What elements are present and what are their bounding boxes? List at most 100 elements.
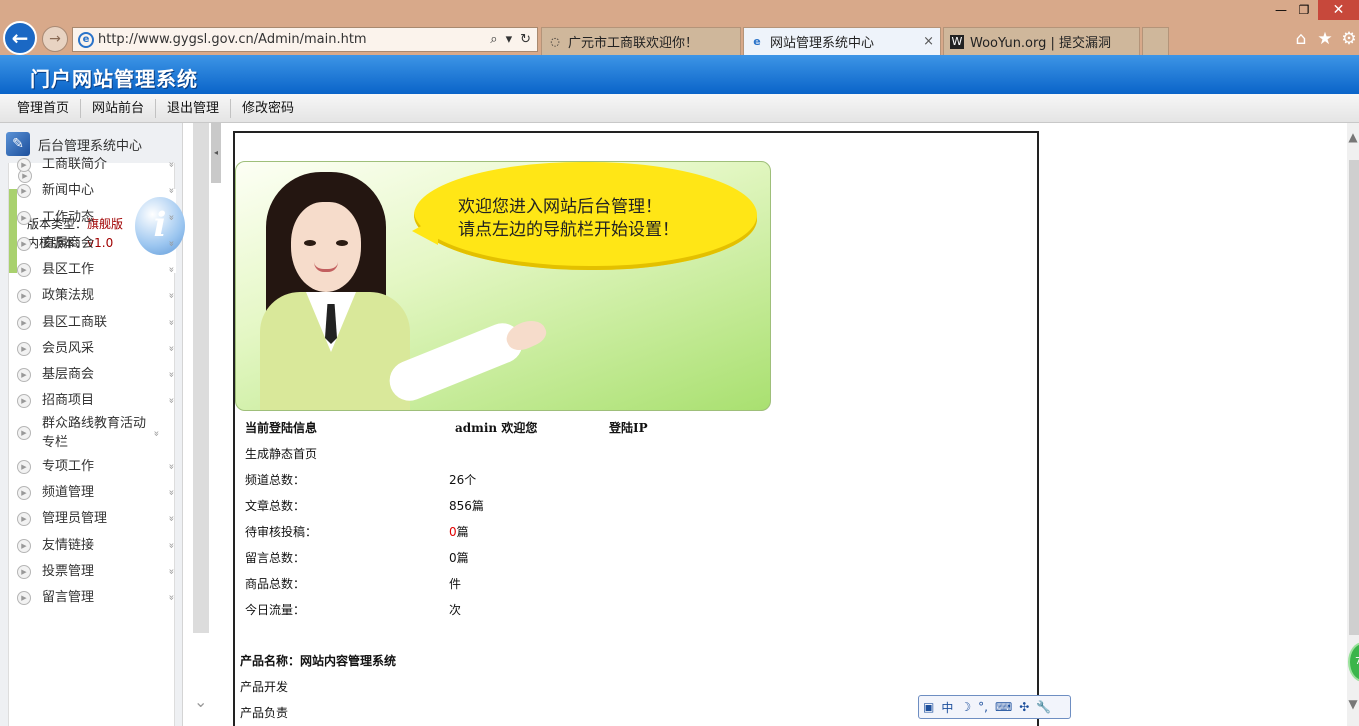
ime-punctuation-icon[interactable]: °, bbox=[978, 700, 988, 714]
expand-chevron-icon[interactable]: » bbox=[166, 592, 177, 604]
circle-arrow-icon: ▶ bbox=[17, 341, 31, 356]
expand-chevron-icon[interactable]: » bbox=[151, 427, 162, 439]
sidebar-item-label: 基层商会 bbox=[42, 367, 95, 382]
expand-chevron-icon[interactable]: » bbox=[166, 185, 177, 197]
ime-halfwidth-icon[interactable]: ☽ bbox=[960, 700, 971, 714]
sidebar-item[interactable]: ▶ 招商项目 » bbox=[17, 391, 177, 410]
stat-value: 26个 bbox=[449, 473, 477, 487]
sidebar-item-label: 群众路线教育活动专栏 bbox=[42, 416, 147, 450]
home-icon[interactable]: ⌂ bbox=[1291, 29, 1311, 49]
expand-chevron-icon[interactable]: » bbox=[166, 343, 177, 355]
favorites-icon[interactable]: ★ bbox=[1315, 29, 1335, 49]
sidebar-item[interactable]: ▶ 留言管理 » bbox=[17, 588, 177, 607]
banner-line-1: 欢迎您进入网站后台管理！ bbox=[458, 197, 662, 217]
sidebar-item[interactable]: ▶ 县区工商联 » bbox=[17, 313, 177, 332]
page-scrollbar-thumb[interactable] bbox=[1349, 160, 1359, 635]
ime-logo-icon[interactable]: ▣ bbox=[923, 700, 934, 714]
close-tab-icon[interactable]: × bbox=[923, 34, 934, 49]
ime-wrench-icon[interactable]: 🔧 bbox=[1036, 700, 1051, 714]
tab-wooyun[interactable]: W WooYun.org | 提交漏洞 bbox=[943, 27, 1140, 55]
sidebar-item[interactable]: ▶ 管理员管理 » bbox=[17, 509, 177, 528]
expand-chevron-icon[interactable]: » bbox=[166, 369, 177, 381]
search-icon[interactable]: ⌕ bbox=[490, 32, 497, 47]
stat-value: 856篇 bbox=[449, 499, 484, 513]
stat-value: 次 bbox=[449, 603, 462, 617]
sidebar-item-label: 频道管理 bbox=[42, 485, 95, 500]
menu-change-password[interactable]: 修改密码 bbox=[231, 99, 305, 118]
minimize-button[interactable]: — bbox=[1270, 0, 1292, 20]
sidebar-item[interactable]: ▶ 工作动态 » bbox=[17, 208, 177, 227]
circle-arrow-icon: ▶ bbox=[17, 459, 31, 474]
dropdown-icon[interactable]: ▾ bbox=[506, 32, 513, 47]
maximize-button[interactable]: ❐ bbox=[1292, 0, 1316, 20]
site-header: 门户网站管理系统 bbox=[0, 55, 1359, 94]
close-window-button[interactable]: ✕ bbox=[1318, 0, 1359, 20]
ime-language-toggle[interactable]: 中 bbox=[941, 699, 953, 716]
refresh-icon[interactable]: ↻ bbox=[520, 32, 531, 47]
sidebar-item[interactable]: ▶ 友情链接 » bbox=[17, 536, 177, 555]
stat-label: 商品总数： bbox=[245, 577, 306, 591]
sidebar-item[interactable]: ▶ 专项工作 » bbox=[17, 457, 177, 476]
expand-chevron-icon[interactable]: » bbox=[166, 540, 177, 552]
sidebar-splitter[interactable] bbox=[193, 123, 209, 633]
sidebar-item[interactable]: ▶ 政策法规 » bbox=[17, 286, 177, 305]
circle-arrow-icon: ▶ bbox=[17, 485, 31, 500]
circle-arrow-icon: ▶ bbox=[17, 393, 31, 408]
sidebar-title: 后台管理系统中心 bbox=[38, 138, 143, 154]
generate-static-link[interactable]: 生成静态首页 bbox=[245, 445, 317, 462]
sidebar-item[interactable]: ▶ 频道管理 » bbox=[17, 483, 177, 502]
loading-icon: ◌ bbox=[550, 34, 560, 48]
stat-value: 0篇 bbox=[449, 523, 469, 540]
site-title: 门户网站管理系统 bbox=[30, 67, 198, 91]
sidebar-item[interactable]: ▶ 投票管理 » bbox=[17, 562, 177, 581]
scroll-down-icon[interactable]: ▼ bbox=[1347, 697, 1359, 711]
expand-chevron-icon[interactable]: » bbox=[166, 566, 177, 578]
expand-chevron-icon[interactable]: » bbox=[166, 212, 177, 224]
wooyun-icon: W bbox=[950, 34, 964, 49]
expand-chevron-icon[interactable]: » bbox=[166, 317, 177, 329]
ime-tools-icon[interactable]: ✣ bbox=[1019, 700, 1029, 714]
sidebar-item-label: 政策法规 bbox=[42, 288, 95, 303]
expand-chevron-icon[interactable]: » bbox=[166, 290, 177, 302]
sidebar-item-label: 管理员管理 bbox=[42, 511, 108, 526]
sidebar-item[interactable]: ▶ 县区工作 » bbox=[17, 260, 177, 279]
circle-arrow-icon: ▶ bbox=[17, 426, 31, 440]
sidebar-item[interactable]: ▶ 会员风采 » bbox=[17, 339, 177, 358]
address-bar[interactable]: e http://www.gygsl.gov.cn/Admin/main.htm… bbox=[72, 27, 538, 52]
menu-admin-home[interactable]: 管理首页 bbox=[6, 98, 82, 118]
ie-page-icon: e bbox=[753, 34, 761, 48]
expand-chevron-icon[interactable]: » bbox=[166, 264, 177, 276]
scroll-down-chevron-icon[interactable]: ⌄ bbox=[194, 692, 207, 711]
circle-arrow-icon: ▶ bbox=[17, 262, 31, 277]
sidebar-item-label: 县区工作 bbox=[42, 262, 95, 277]
sidebar-item[interactable]: ▶ 群众路线教育活动专栏 » bbox=[17, 414, 177, 452]
forward-button[interactable]: → bbox=[42, 26, 68, 52]
menu-logout[interactable]: 退出管理 bbox=[156, 98, 232, 118]
collapse-sidebar-icon[interactable]: ◂ bbox=[211, 123, 221, 183]
settings-icon[interactable]: ⚙ bbox=[1339, 29, 1359, 49]
expand-chevron-icon[interactable]: » bbox=[166, 238, 177, 250]
sidebar-item-label: 留言管理 bbox=[42, 590, 95, 605]
product-name: 产品名称：网站内容管理系统 bbox=[240, 654, 397, 668]
tab-admin-center[interactable]: e 网站管理系统中心 × bbox=[743, 27, 941, 55]
address-text[interactable]: http://www.gygsl.gov.cn/Admin/main.htm bbox=[98, 32, 490, 47]
ime-toolbar: ▣ 中 ☽ °, ⌨ ✣ 🔧 bbox=[918, 695, 1071, 719]
expand-chevron-icon[interactable]: » bbox=[166, 487, 177, 499]
sidebar-item[interactable]: ▶ 基层商会 » bbox=[17, 365, 177, 384]
tab-gygsl-welcome[interactable]: ◌ 广元市工商联欢迎你！ bbox=[541, 27, 741, 55]
sidebar-item[interactable]: ▶ 直属商会 » bbox=[17, 234, 177, 253]
sidebar-item[interactable]: ▶ 新闻中心 » bbox=[17, 181, 177, 200]
scroll-up-icon[interactable]: ▲ bbox=[1347, 130, 1359, 144]
menu-site-front[interactable]: 网站前台 bbox=[81, 98, 157, 118]
ime-keyboard-icon[interactable]: ⌨ bbox=[995, 700, 1012, 714]
expand-chevron-icon[interactable]: » bbox=[166, 513, 177, 525]
expand-chevron-icon[interactable]: » bbox=[166, 395, 177, 407]
back-button[interactable]: ← bbox=[3, 21, 37, 55]
sidebar-item-label: 直属商会 bbox=[42, 236, 95, 251]
sidebar-item-label: 工商联简介 bbox=[42, 157, 108, 172]
expand-chevron-icon[interactable]: » bbox=[166, 461, 177, 473]
top-menu: 管理首页 网站前台 退出管理 修改密码 bbox=[0, 94, 1359, 123]
new-tab-button[interactable] bbox=[1142, 27, 1169, 55]
sidebar-item[interactable]: ▶ 工商联简介 » bbox=[17, 155, 177, 174]
expand-chevron-icon[interactable]: » bbox=[166, 159, 177, 171]
